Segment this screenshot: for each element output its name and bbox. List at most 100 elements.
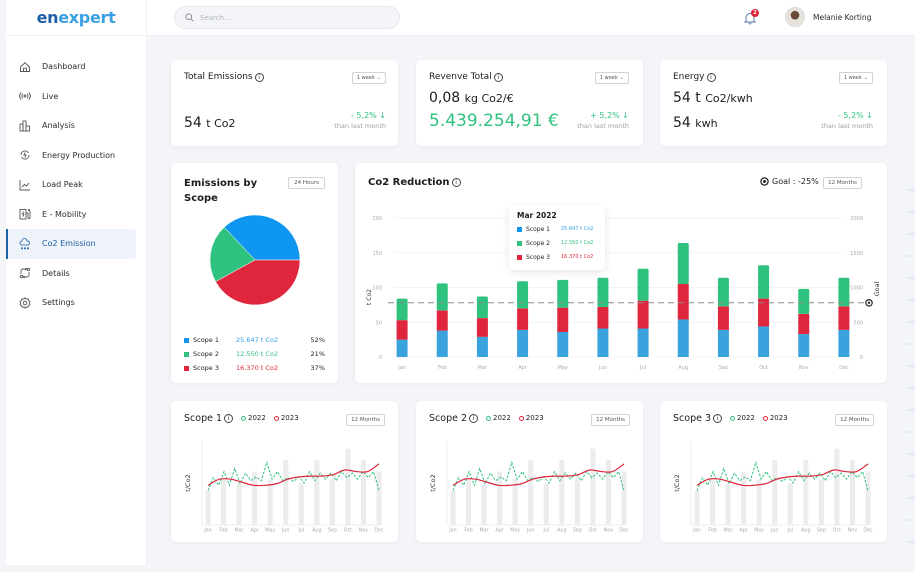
sidebar-item-load-peak[interactable]: Load Peak	[6, 170, 136, 200]
bg-bar-oct	[590, 448, 596, 525]
bar-scope-1-nov[interactable]	[798, 334, 810, 357]
revenue-total-card: Revenve Total i 1 week ⌄ 0,08 kg Co2/€ 5.4…	[416, 60, 643, 146]
info-icon[interactable]: i	[254, 72, 264, 82]
sidebar-item-dashboard[interactable]: Dashboard	[6, 52, 136, 82]
x-tick-label: Feb	[708, 528, 717, 534]
bar-scope-2-mar[interactable]	[476, 296, 488, 319]
scope-1-swatch	[517, 226, 522, 232]
chevron-down-icon: ⌄	[863, 75, 868, 81]
bar-scope-2-aug[interactable]	[677, 243, 689, 285]
bar-scope-2-jan[interactable]	[396, 298, 408, 321]
sidebar-item-settings[interactable]: Settings	[6, 288, 136, 318]
period-select[interactable]: 1 week ⌄	[351, 72, 386, 84]
bar-scope-2-jul[interactable]	[637, 268, 649, 301]
x-tick-label: Jan	[448, 528, 456, 534]
scope-2-card: Scope 2i 2022 2023 12 Months t/Co2 Jan Feb…	[416, 401, 643, 542]
bar-scope-3-jun[interactable]	[597, 306, 609, 329]
bg-bar-feb	[710, 479, 716, 525]
line-2022[interactable]	[452, 460, 625, 491]
sidebar-item-co2-emission[interactable]: Co2 Emission	[6, 229, 136, 259]
bar-scope-1-jan[interactable]	[396, 339, 408, 357]
bar-scope-3-dec[interactable]	[838, 306, 850, 330]
y-axis-label: t/Co2	[184, 474, 192, 491]
scope-3-card: Scope 3i 2022 2023 12 Months t/Co2 Jan Feb…	[660, 401, 887, 542]
goal-axis-label: Goal	[873, 281, 881, 296]
sidebar-item-details[interactable]: Details	[6, 259, 136, 289]
bar-scope-3-mar[interactable]	[476, 318, 488, 337]
bar-scope-3-feb[interactable]	[436, 310, 448, 331]
sidebar-item-analysis[interactable]: Analysis	[6, 111, 136, 141]
bar-scope-2-may[interactable]	[557, 279, 569, 308]
user-name[interactable]: Melanie Korting	[813, 13, 871, 22]
search-box[interactable]	[174, 6, 400, 29]
bar-scope-1-mar[interactable]	[476, 336, 488, 357]
bar-scope-3-apr[interactable]	[517, 308, 529, 330]
scope-3-swatch	[517, 254, 522, 260]
bar-scope-1-sep[interactable]	[717, 329, 729, 357]
bar-scope-3-jan[interactable]	[396, 320, 408, 340]
period-select[interactable]: 1 week ⌄	[838, 72, 873, 84]
info-icon[interactable]: i	[493, 72, 503, 82]
legend-item-scope-1: Scope 1 25.647 t Co2 52%	[184, 333, 325, 347]
bar-scope-3-aug[interactable]	[677, 284, 689, 320]
search-icon	[185, 13, 194, 22]
sidebar-item-energy-production[interactable]: Energy Production	[6, 141, 136, 171]
line-2023[interactable]	[207, 463, 380, 487]
energy-delta: - 5,2% ↓ than last month	[821, 111, 873, 130]
line-2023[interactable]	[452, 463, 625, 487]
bg-bar-aug	[314, 460, 320, 525]
x-tick-label: Apr	[250, 528, 258, 534]
line-2022[interactable]	[207, 460, 380, 491]
bar-scope-2-nov[interactable]	[798, 288, 810, 314]
bar-scope-2-sep[interactable]	[717, 277, 729, 307]
sidebar-item-live[interactable]: Live	[6, 82, 136, 112]
legend-item-scope-2: Scope 2 12.550 t Co2 21%	[184, 347, 325, 361]
bar-scope-1-feb[interactable]	[436, 330, 448, 357]
x-tick-label: Aug	[312, 528, 321, 534]
bar-scope-3-jul[interactable]	[637, 300, 649, 329]
bar-scope-2-oct[interactable]	[758, 265, 770, 299]
total-emissions-card: Total Emissions i 1 week ⌄ 54 t Co2 - 5,2%…	[171, 60, 398, 146]
bar-scope-2-apr[interactable]	[517, 281, 529, 309]
emissions-by-scope-card: Emissions by Scope 24 Hours Scope 1 25.6…	[171, 163, 338, 383]
co2-cloud-icon	[18, 237, 32, 251]
line-2023[interactable]	[696, 463, 869, 487]
x-tick-label: Feb	[219, 528, 228, 534]
notification-badge: 2	[751, 9, 759, 17]
bg-bar-mar	[725, 483, 731, 525]
bar-scope-1-may[interactable]	[557, 331, 569, 357]
x-tick-label: Jul	[786, 528, 793, 534]
sidebar-item-e-mobility[interactable]: E - Mobility	[6, 200, 136, 230]
x-tick-label: Jan	[203, 528, 211, 534]
x-tick-label: Mar	[724, 528, 733, 534]
y2-tick-label: 500	[853, 320, 863, 326]
bar-scope-3-sep[interactable]	[717, 306, 729, 330]
search-input[interactable]	[200, 13, 380, 22]
bg-bar-jul	[787, 483, 793, 525]
scope-2-swatch	[517, 240, 522, 246]
x-tick-label: Jul	[297, 528, 304, 534]
gear-icon	[18, 296, 32, 310]
x-tick-label: Jul	[639, 365, 646, 371]
bar-scope-1-jul[interactable]	[637, 328, 649, 357]
bar-scope-1-aug[interactable]	[677, 319, 689, 357]
logo[interactable]: en expert	[6, 0, 146, 36]
scope-1-swatch	[184, 337, 189, 343]
energy-card: Energy i 1 week ⌄ 54 t Co2/kwh 54 kwh - 5,…	[660, 60, 887, 146]
bar-scope-2-feb[interactable]	[436, 283, 448, 311]
avatar[interactable]	[785, 7, 805, 27]
energy-kwh-value: 54 kwh	[673, 115, 718, 131]
bar-scope-1-jun[interactable]	[597, 328, 609, 357]
analysis-bars-icon	[18, 119, 32, 133]
bar-scope-1-dec[interactable]	[838, 329, 850, 357]
period-select[interactable]: 24 Hours	[288, 177, 325, 189]
bar-scope-1-apr[interactable]	[517, 329, 529, 357]
bar-scope-3-nov[interactable]	[798, 313, 810, 335]
bar-scope-3-may[interactable]	[557, 307, 569, 332]
x-tick-label: Nov	[799, 365, 809, 371]
bar-scope-1-oct[interactable]	[758, 326, 770, 357]
line-2022[interactable]	[696, 460, 869, 491]
info-icon[interactable]: i	[706, 72, 716, 82]
bar-scope-2-dec[interactable]	[838, 277, 850, 307]
period-select[interactable]: 1 week ⌄	[594, 72, 629, 84]
